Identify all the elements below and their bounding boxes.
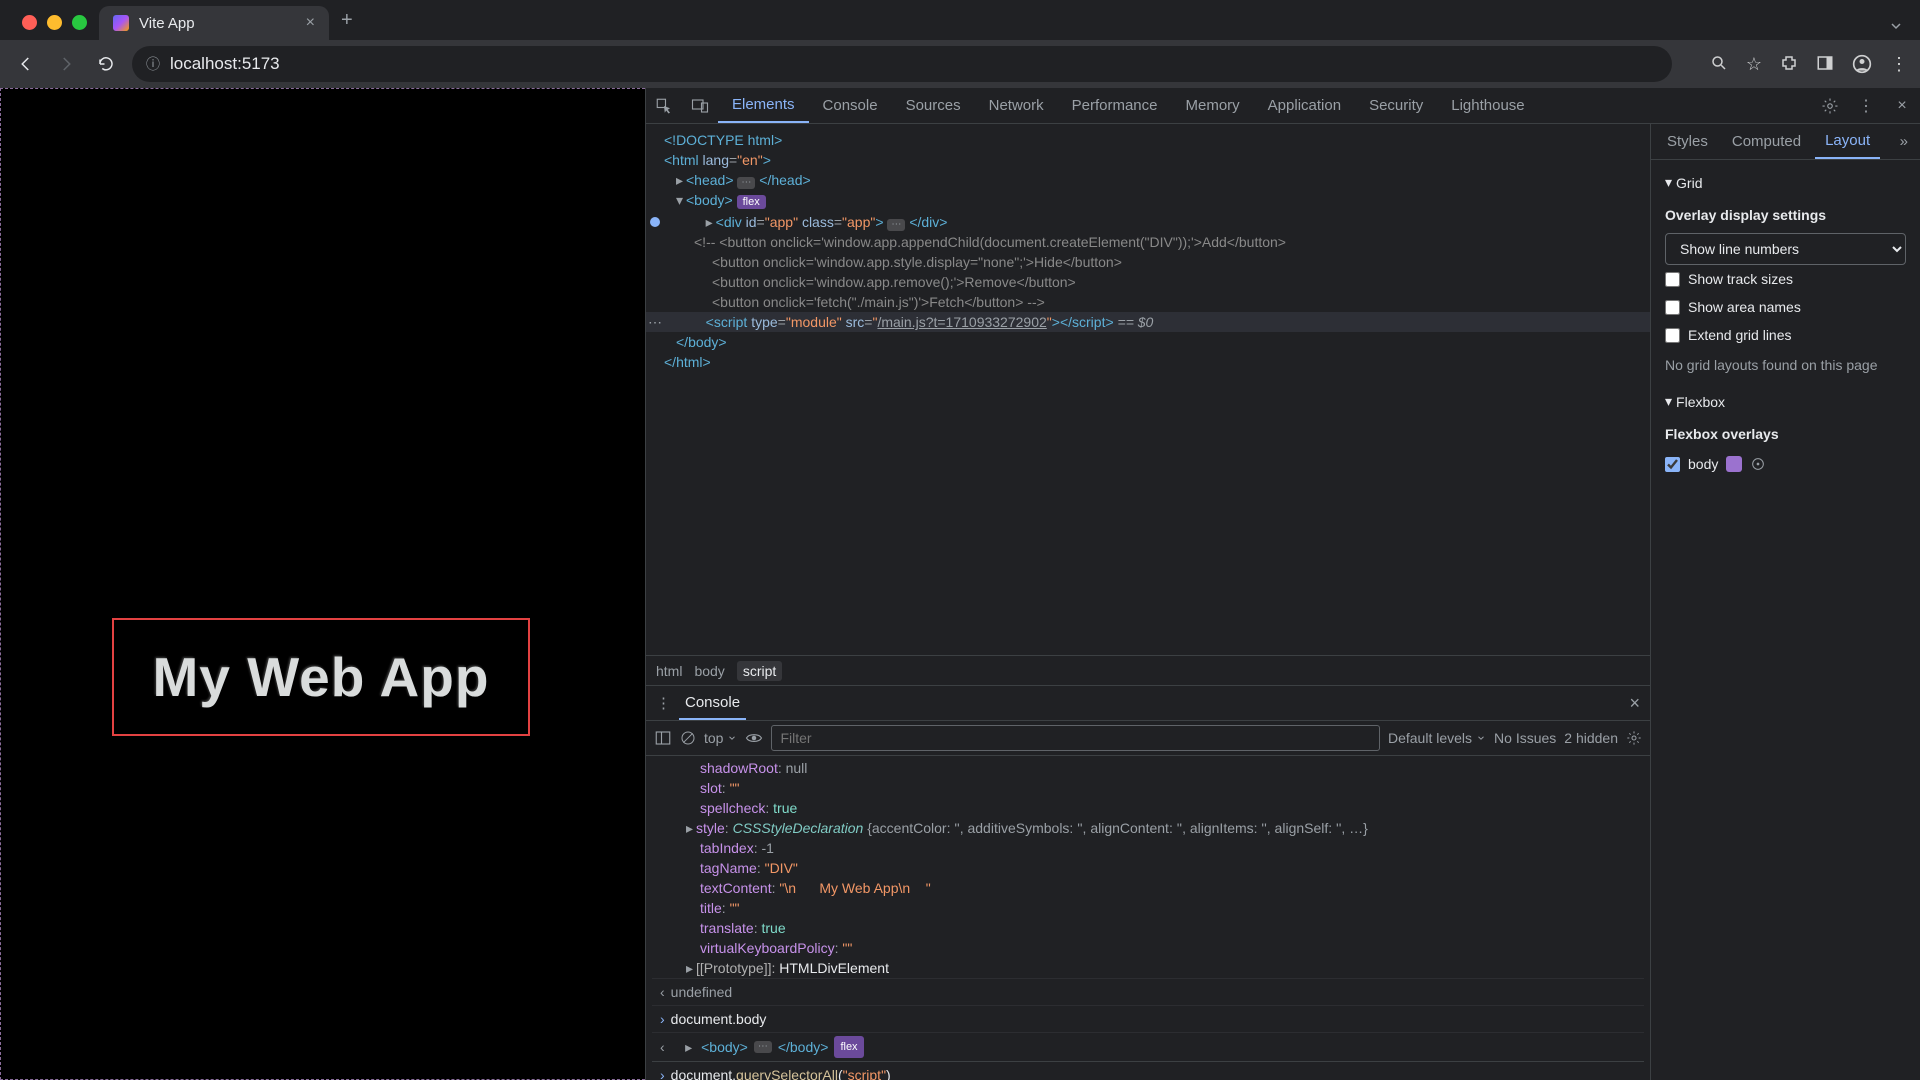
drawer-title[interactable]: Console bbox=[679, 686, 746, 720]
tab-close-icon[interactable]: × bbox=[306, 14, 315, 32]
console-cmd: document.body bbox=[671, 1011, 767, 1027]
hidden-label[interactable]: 2 hidden bbox=[1564, 730, 1618, 746]
flex-overlays-heading: Flexbox overlays bbox=[1665, 426, 1906, 442]
drawer-close-icon[interactable]: × bbox=[1629, 693, 1640, 714]
flex-overlay-label: body bbox=[1688, 456, 1718, 472]
color-swatch-icon[interactable] bbox=[1726, 456, 1742, 472]
window-dropdown-icon[interactable] bbox=[1882, 12, 1910, 40]
address-bar: ⓘ localhost:5173 ☆ ⋮ bbox=[0, 40, 1920, 88]
dom-breakpoint-icon[interactable] bbox=[650, 217, 660, 227]
live-expression-icon[interactable] bbox=[745, 729, 763, 747]
close-window-icon[interactable] bbox=[22, 15, 37, 30]
device-toggle-icon[interactable] bbox=[682, 97, 718, 115]
overlay-settings-heading: Overlay display settings bbox=[1665, 207, 1906, 223]
console-drawer: ⋮ Console × top Default levels No Issues… bbox=[646, 685, 1650, 1080]
context-selector[interactable]: top bbox=[704, 730, 737, 746]
more-icon[interactable]: ⋮ bbox=[1848, 96, 1884, 116]
flex-overlay-checkbox[interactable] bbox=[1665, 457, 1680, 472]
flex-overlay-item[interactable]: body bbox=[1665, 452, 1906, 476]
settings-icon[interactable] bbox=[1812, 97, 1848, 115]
tab-application[interactable]: Application bbox=[1254, 88, 1355, 123]
console-settings-icon[interactable] bbox=[1626, 730, 1642, 746]
crumb-body[interactable]: body bbox=[694, 663, 724, 679]
profile-icon[interactable] bbox=[1852, 54, 1872, 75]
flex-badge[interactable]: flex bbox=[737, 195, 766, 209]
forward-button[interactable] bbox=[52, 50, 80, 78]
console-filter-input[interactable] bbox=[771, 725, 1380, 751]
url-field[interactable]: ⓘ localhost:5173 bbox=[132, 46, 1672, 82]
browser-chrome: Vite App × + ⓘ localhost:5173 ☆ ⋮ bbox=[0, 0, 1920, 88]
tab-styles[interactable]: Styles bbox=[1657, 124, 1718, 159]
reload-button[interactable] bbox=[92, 50, 120, 78]
tab-elements[interactable]: Elements bbox=[718, 88, 809, 123]
tab-title: Vite App bbox=[139, 15, 195, 32]
tab-network[interactable]: Network bbox=[975, 88, 1058, 123]
chk-area-names[interactable]: Show area names bbox=[1665, 293, 1906, 321]
tab-strip: Vite App × + bbox=[0, 0, 1920, 40]
console-sidebar-icon[interactable] bbox=[654, 729, 672, 747]
issues-label[interactable]: No Issues bbox=[1494, 730, 1556, 746]
rendered-page: My Web App bbox=[0, 88, 645, 1080]
app-container: My Web App bbox=[112, 618, 530, 736]
bookmark-icon[interactable]: ☆ bbox=[1746, 54, 1762, 75]
mac-window-controls[interactable] bbox=[10, 15, 99, 40]
zoom-icon[interactable] bbox=[1710, 54, 1728, 75]
grid-section-toggle[interactable]: ▾ Grid bbox=[1665, 168, 1906, 197]
styles-pane: Styles Computed Layout » ▾ Grid Overlay … bbox=[1650, 124, 1920, 1080]
menu-icon[interactable]: ⋮ bbox=[1890, 54, 1908, 75]
dom-tree[interactable]: <!DOCTYPE html> <html lang="en"> ▸<head>… bbox=[646, 124, 1650, 655]
scroll-into-view-icon[interactable] bbox=[1750, 456, 1766, 472]
line-numbers-select[interactable]: Show line numbers bbox=[1665, 233, 1906, 265]
clear-console-icon[interactable] bbox=[680, 730, 696, 746]
new-tab-button[interactable]: + bbox=[329, 9, 365, 40]
crumb-html[interactable]: html bbox=[656, 663, 682, 679]
tab-security[interactable]: Security bbox=[1355, 88, 1437, 123]
row-actions-icon[interactable]: ⋯ bbox=[648, 312, 662, 332]
url-text: localhost:5173 bbox=[170, 54, 280, 74]
minimize-window-icon[interactable] bbox=[47, 15, 62, 30]
tab-computed[interactable]: Computed bbox=[1722, 124, 1811, 159]
tab-performance[interactable]: Performance bbox=[1058, 88, 1172, 123]
drawer-menu-icon[interactable]: ⋮ bbox=[656, 694, 671, 712]
tab-layout[interactable]: Layout bbox=[1815, 124, 1880, 159]
site-info-icon[interactable]: ⓘ bbox=[146, 54, 160, 74]
console-return: undefined bbox=[671, 982, 733, 1002]
flex-overlay bbox=[0, 88, 645, 1080]
page-heading: My Web App bbox=[153, 645, 490, 709]
styles-more-icon[interactable]: » bbox=[1894, 133, 1914, 150]
breadcrumb[interactable]: html body script bbox=[646, 655, 1650, 685]
console-output[interactable]: shadowRoot: null slot: "" spellcheck: tr… bbox=[646, 756, 1650, 1080]
close-devtools-icon[interactable]: × bbox=[1884, 97, 1920, 115]
dom-doctype: <!DOCTYPE html> bbox=[664, 132, 782, 148]
crumb-script[interactable]: script bbox=[737, 661, 782, 681]
flexbox-section-toggle[interactable]: ▾ Flexbox bbox=[1665, 387, 1906, 416]
tab-sources[interactable]: Sources bbox=[892, 88, 975, 123]
browser-tab[interactable]: Vite App × bbox=[99, 6, 329, 40]
chk-track-sizes[interactable]: Show track sizes bbox=[1665, 265, 1906, 293]
devtools-tabs: Elements Console Sources Network Perform… bbox=[646, 88, 1920, 124]
inspect-icon[interactable] bbox=[646, 97, 682, 115]
tab-lighthouse[interactable]: Lighthouse bbox=[1437, 88, 1538, 123]
log-levels-selector[interactable]: Default levels bbox=[1388, 730, 1486, 746]
back-button[interactable] bbox=[12, 50, 40, 78]
sidepanel-icon[interactable] bbox=[1816, 54, 1834, 75]
dom-selected-row[interactable]: ⋯ <script type="module" src="/main.js?t=… bbox=[646, 312, 1650, 332]
extensions-icon[interactable] bbox=[1780, 54, 1798, 75]
maximize-window-icon[interactable] bbox=[72, 15, 87, 30]
devtools: Elements Console Sources Network Perform… bbox=[645, 88, 1920, 1080]
chk-extend-grid[interactable]: Extend grid lines bbox=[1665, 321, 1906, 349]
tab-memory[interactable]: Memory bbox=[1172, 88, 1254, 123]
favicon-icon bbox=[113, 15, 129, 31]
tab-console[interactable]: Console bbox=[809, 88, 892, 123]
no-grid-note: No grid layouts found on this page bbox=[1665, 349, 1906, 387]
